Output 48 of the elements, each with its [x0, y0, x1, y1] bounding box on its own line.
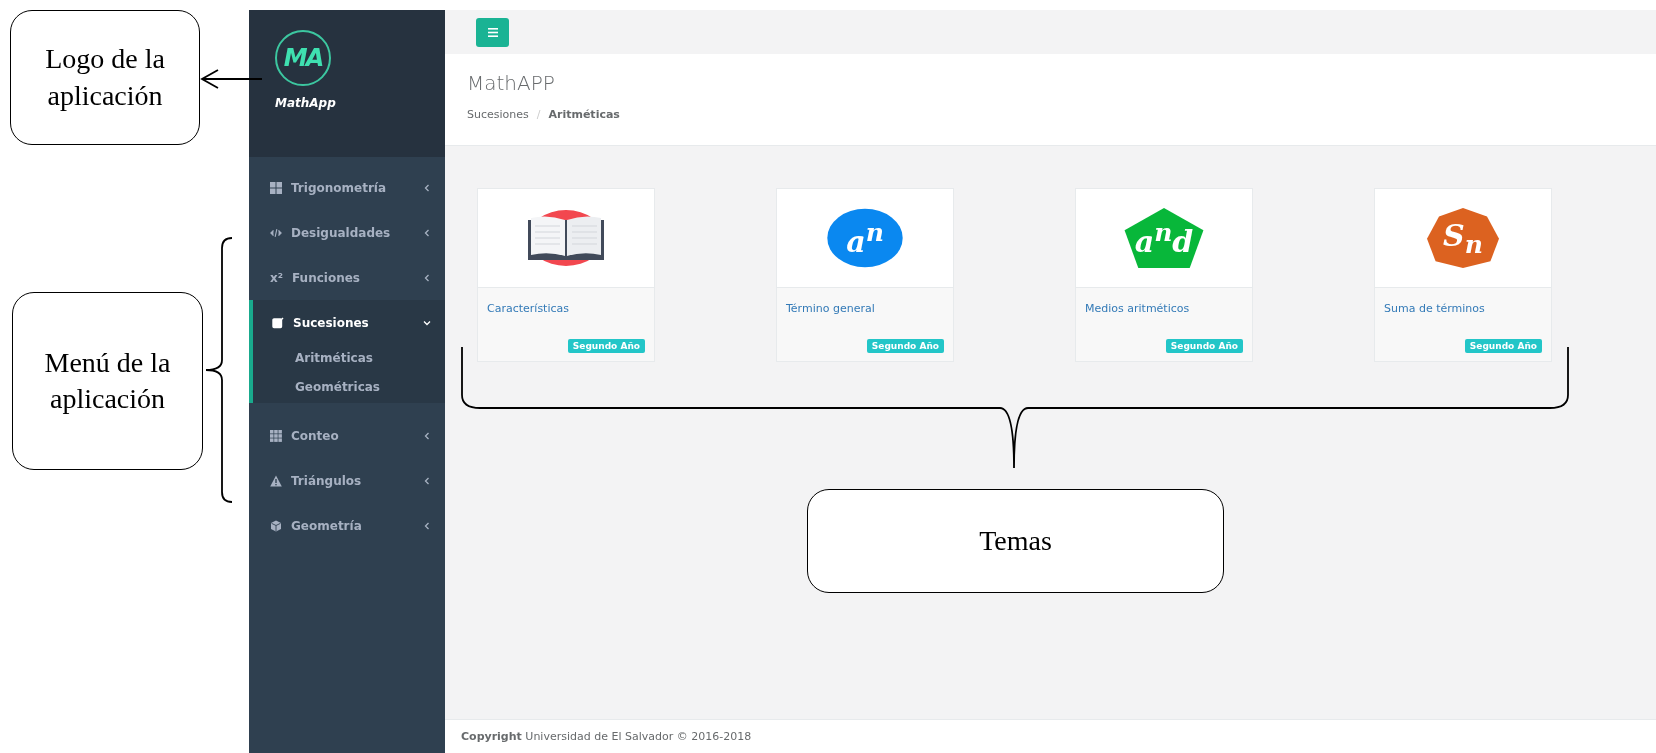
edit-icon [272, 316, 284, 329]
breadcrumb-link[interactable]: Sucesiones [467, 108, 529, 121]
topic-card[interactable]: a$^{n}$ Término general Segundo Año [776, 188, 954, 362]
breadcrumb-separator: / [536, 108, 541, 121]
arrow [200, 69, 263, 89]
chevron-left-icon [423, 476, 431, 485]
callout-box: Logo de la aplicación [10, 10, 200, 145]
grade-badge: Segundo Año [1464, 339, 1542, 353]
book-icon [526, 208, 606, 268]
code-icon [270, 226, 282, 239]
grade-badge: Segundo Año [1165, 339, 1243, 353]
app-logo: MA [275, 30, 331, 86]
footer-text: Copyright Universidad de El Salvador © 2016-2018 [445, 719, 1656, 753]
chevron-left-icon [423, 273, 431, 282]
chevron-left-icon [423, 521, 431, 530]
chevron-down-icon [423, 318, 431, 327]
callout-box: Temas [807, 489, 1224, 593]
submenu-item[interactable]: Aritméticas [253, 345, 373, 374]
menu-item[interactable]: Desigualdades [253, 210, 445, 255]
menu-toggle-button[interactable] [476, 17, 509, 47]
warning-icon [270, 474, 282, 487]
menu-item[interactable]: Triángulos [253, 458, 445, 503]
topic-card[interactable]: a$^{n}$d Medios aritméticos Segundo Año [1075, 188, 1253, 362]
menu-item[interactable]: Trigonometría [253, 165, 445, 210]
topic-link[interactable]: Término general [786, 302, 875, 315]
topic-link[interactable]: Medios aritméticos [1085, 302, 1190, 315]
menu-item[interactable]: x² Funciones [253, 255, 445, 300]
menu-icon [487, 27, 498, 37]
table-icon [270, 429, 282, 442]
topic-card[interactable]: S$_{n}$ Suma de términos Segundo Año [1374, 188, 1552, 362]
grid-icon [270, 181, 282, 194]
menu-item[interactable]: Sucesiones [253, 300, 445, 345]
grade-badge: Segundo Año [866, 339, 944, 353]
menu-item[interactable]: Conteo [253, 413, 445, 458]
breadcrumb-current: Aritméticas [548, 108, 620, 121]
topic-link[interactable]: Suma de términos [1384, 302, 1485, 315]
chevron-left-icon [423, 431, 431, 440]
page-title: MathAPP [467, 71, 555, 95]
chevron-left-icon [423, 228, 431, 237]
app-name: MathApp [275, 96, 337, 110]
cube-icon [270, 519, 282, 532]
submenu-item[interactable]: Geométricas [253, 374, 380, 403]
chevron-left-icon [423, 183, 431, 192]
topic-link[interactable]: Características [487, 302, 569, 315]
callout-box: Menú de la aplicación [12, 292, 203, 470]
grade-badge: Segundo Año [567, 339, 645, 353]
menu-item[interactable]: Geometría [253, 503, 445, 548]
topic-card[interactable]: Características Segundo Año [477, 188, 655, 362]
